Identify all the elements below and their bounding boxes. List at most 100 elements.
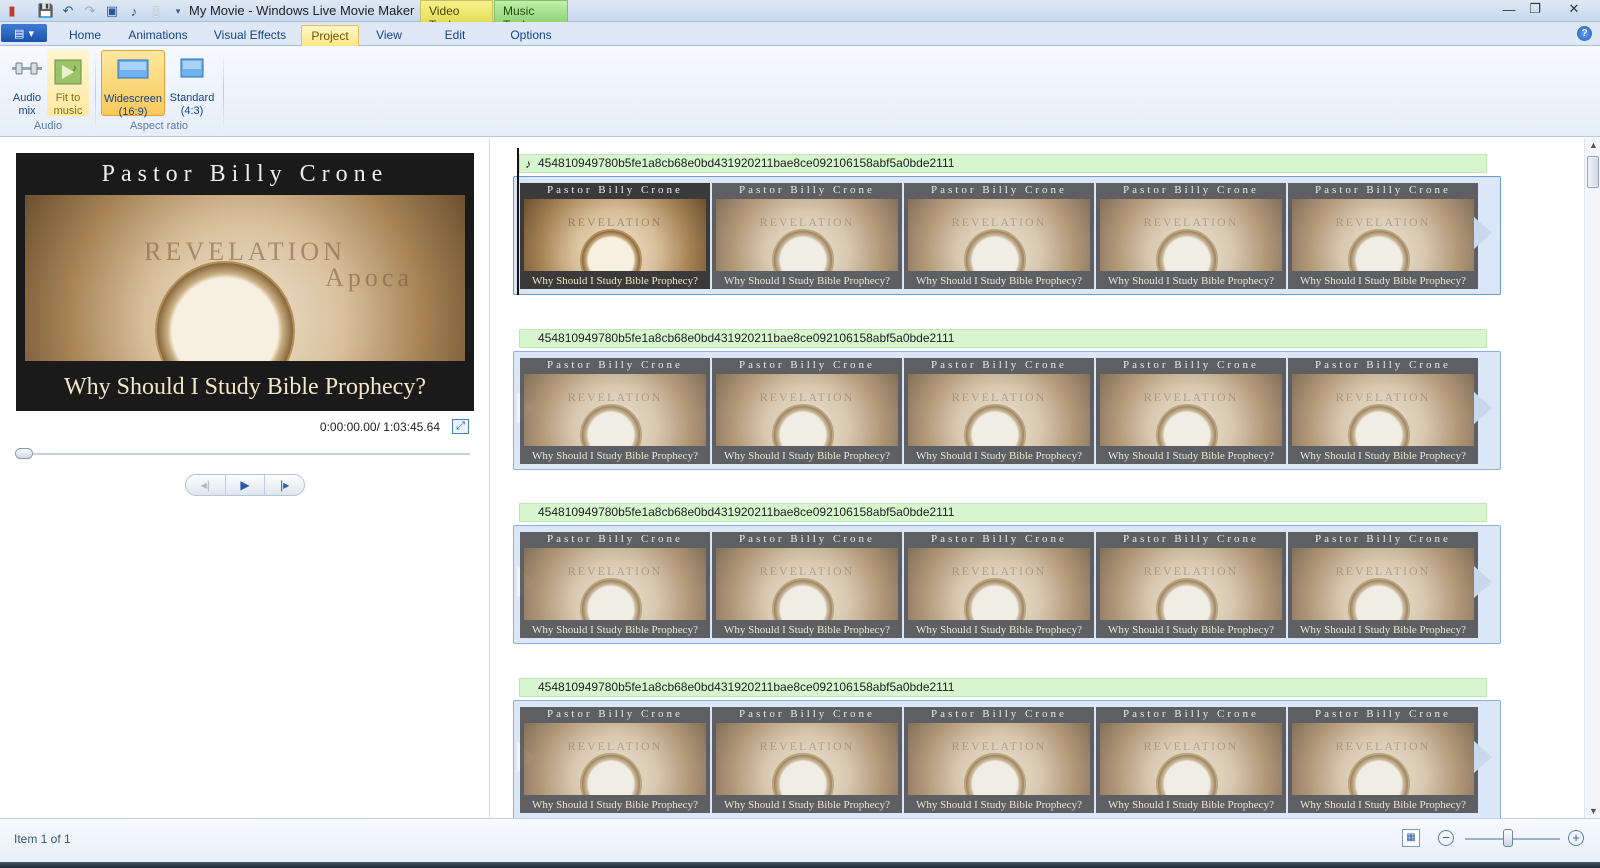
thumbnail-title: Pastor Billy Crone bbox=[1315, 708, 1451, 720]
play-button[interactable]: ▶ bbox=[226, 475, 266, 495]
poster-subtitle: Why Should I Study Bible Prophecy? bbox=[64, 374, 426, 400]
thumbnail-title: Pastor Billy Crone bbox=[547, 184, 683, 196]
clip-thumbnail[interactable]: Pastor Billy Crone REVELATION Why Should I… bbox=[1288, 707, 1478, 813]
clip-thumbnail[interactable]: Pastor Billy Crone REVELATION Why Should I… bbox=[1288, 358, 1478, 464]
poster-title: Pastor Billy Crone bbox=[101, 161, 389, 187]
tab-edit[interactable]: Edit bbox=[430, 25, 480, 46]
chevron-down-icon: ▾ bbox=[28, 27, 34, 40]
tab-visual-effects[interactable]: Visual Effects bbox=[204, 25, 296, 46]
clip-thumbnail[interactable]: Pastor Billy Crone REVELATION Why Should I… bbox=[520, 358, 710, 464]
fit-to-music-button[interactable]: ♪ Fit to music bbox=[47, 50, 89, 117]
clip-thumbnail[interactable]: Pastor Billy Crone REVELATION Why Should I… bbox=[1288, 532, 1478, 638]
undo-icon[interactable]: ↶ bbox=[60, 3, 76, 19]
music-track-bar[interactable]: 454810949780b5fe1a8cb68e0bd431920211bae8… bbox=[519, 503, 1487, 522]
tab-animations[interactable]: Animations bbox=[118, 25, 198, 46]
restore-button[interactable]: ❐ bbox=[1522, 0, 1548, 18]
music-track-bar[interactable]: 454810949780b5fe1a8cb68e0bd431920211bae8… bbox=[519, 329, 1487, 348]
fullscreen-icon[interactable]: ⤢ bbox=[452, 419, 469, 434]
next-frame-button[interactable]: |▸ bbox=[265, 475, 304, 495]
video-clip-strip[interactable]: Pastor Billy Crone REVELATION Why Should I… bbox=[513, 176, 1501, 295]
clip-thumbnail[interactable]: Pastor Billy Crone REVELATION Why Should I… bbox=[904, 358, 1094, 464]
thumbnail-subtitle: Why Should I Study Bible Prophecy? bbox=[532, 275, 698, 287]
scroll-thumb[interactable] bbox=[1587, 156, 1599, 188]
tab-project[interactable]: Project bbox=[301, 25, 359, 46]
standard-button[interactable]: Standard (4:3) bbox=[166, 50, 218, 117]
thumbnail-image: REVELATION bbox=[715, 723, 899, 795]
thumbnail-frames: Pastor Billy Crone REVELATION Why Should I… bbox=[520, 358, 1478, 464]
redo-icon[interactable]: ↷ bbox=[82, 3, 98, 19]
scroll-up-icon[interactable]: ▲ bbox=[1589, 140, 1598, 150]
preview-pane: Pastor Billy Crone REVELATION Apoca Why … bbox=[0, 138, 490, 818]
clip-thumbnail[interactable]: Pastor Billy Crone REVELATION Why Should I… bbox=[520, 183, 710, 289]
video-clip-strip[interactable]: Pastor Billy Crone REVELATION Why Should I… bbox=[513, 700, 1501, 818]
customize-icon[interactable]: ▾ bbox=[170, 3, 186, 19]
seek-bar[interactable] bbox=[16, 453, 470, 455]
music-track-bar[interactable]: ♪ 454810949780b5fe1a8cb68e0bd431920211bae… bbox=[519, 154, 1487, 173]
widescreen-button[interactable]: Widescreen (16:9) bbox=[101, 50, 165, 118]
seek-handle[interactable] bbox=[15, 448, 33, 459]
thumbnail-word: REVELATION bbox=[567, 564, 663, 578]
thumbnail-word: REVELATION bbox=[567, 215, 663, 229]
widescreen-label: Widescreen (16:9) bbox=[103, 93, 163, 118]
save-icon[interactable]: 💾 bbox=[38, 3, 54, 19]
clip-thumbnail[interactable]: Pastor Billy Crone REVELATION Why Should I… bbox=[1288, 183, 1478, 289]
thumbnail-word: REVELATION bbox=[759, 390, 855, 404]
zoom-slider-handle[interactable] bbox=[1503, 829, 1514, 847]
thumbnail-image: REVELATION bbox=[1291, 548, 1475, 620]
thumbnail-subtitle: Why Should I Study Bible Prophecy? bbox=[916, 275, 1082, 287]
clip-thumbnail[interactable]: Pastor Billy Crone REVELATION Why Should I… bbox=[904, 532, 1094, 638]
thumbnail-subtitle: Why Should I Study Bible Prophecy? bbox=[1300, 275, 1466, 287]
clip-thumbnail[interactable]: Pastor Billy Crone REVELATION Why Should I… bbox=[1096, 707, 1286, 813]
help-icon[interactable]: ? bbox=[1577, 26, 1592, 41]
add-video-icon[interactable]: ▣ bbox=[104, 3, 120, 19]
continuation-arrow-right-icon bbox=[1474, 217, 1492, 249]
clip-thumbnail[interactable]: Pastor Billy Crone REVELATION Why Should I… bbox=[712, 532, 902, 638]
status-text: Item 1 of 1 bbox=[14, 832, 71, 846]
tab-options[interactable]: Options bbox=[498, 25, 564, 46]
zoom-out-icon[interactable]: − bbox=[1438, 830, 1454, 846]
clip-thumbnail[interactable]: Pastor Billy Crone REVELATION Why Should I… bbox=[712, 707, 902, 813]
thumbnail-subtitle: Why Should I Study Bible Prophecy? bbox=[724, 275, 890, 287]
group-separator bbox=[223, 52, 224, 132]
tab-view[interactable]: View bbox=[364, 25, 414, 46]
zoom-in-icon[interactable]: + bbox=[1568, 830, 1584, 846]
scroll-down-icon[interactable]: ▼ bbox=[1589, 806, 1598, 816]
close-button[interactable]: ✕ bbox=[1560, 0, 1588, 18]
previous-frame-button[interactable]: ◂| bbox=[186, 475, 226, 495]
thumbnail-word: REVELATION bbox=[951, 739, 1047, 753]
music-tools-context-tab: Music Tools bbox=[494, 0, 568, 32]
clip-thumbnail[interactable]: Pastor Billy Crone REVELATION Why Should I… bbox=[1096, 358, 1286, 464]
fit-to-music-label: Fit to music bbox=[53, 92, 83, 117]
thumbnail-clock bbox=[1347, 404, 1410, 446]
taskbar bbox=[0, 862, 1600, 868]
continuation-arrow-right-icon bbox=[1474, 566, 1492, 598]
vertical-scrollbar[interactable]: ▲ ▼ bbox=[1584, 138, 1600, 818]
clip-thumbnail[interactable]: Pastor Billy Crone REVELATION Why Should I… bbox=[904, 707, 1094, 813]
video-clip-strip[interactable]: Pastor Billy Crone REVELATION Why Should I… bbox=[513, 351, 1501, 470]
clip-thumbnail[interactable]: Pastor Billy Crone REVELATION Why Should I… bbox=[1096, 532, 1286, 638]
clip-thumbnail[interactable]: Pastor Billy Crone REVELATION Why Should I… bbox=[904, 183, 1094, 289]
clip-thumbnail[interactable]: Pastor Billy Crone REVELATION Why Should I… bbox=[712, 358, 902, 464]
music-track-bar[interactable]: 454810949780b5fe1a8cb68e0bd431920211bae8… bbox=[519, 678, 1487, 697]
new-project-icon[interactable]: ▯ bbox=[148, 3, 164, 19]
tab-home[interactable]: Home bbox=[56, 25, 114, 46]
clip-thumbnail[interactable]: Pastor Billy Crone REVELATION Why Should I… bbox=[712, 183, 902, 289]
quick-access-toolbar: ▮ 💾 ↶ ↷ ▣ ♪ ▯ ▾ bbox=[4, 3, 186, 19]
playhead-cursor[interactable] bbox=[517, 148, 519, 295]
clip-thumbnail[interactable]: Pastor Billy Crone REVELATION Why Should I… bbox=[1096, 183, 1286, 289]
video-preview[interactable]: Pastor Billy Crone REVELATION Apoca Why … bbox=[16, 153, 474, 411]
application-menu-button[interactable]: ▤ ▾ bbox=[1, 24, 47, 42]
thumbnail-word: REVELATION bbox=[951, 215, 1047, 229]
clip-thumbnail[interactable]: Pastor Billy Crone REVELATION Why Should I… bbox=[520, 532, 710, 638]
video-clip-strip[interactable]: Pastor Billy Crone REVELATION Why Should I… bbox=[513, 525, 1501, 644]
playback-controls: ◂| ▶ |▸ bbox=[185, 474, 305, 496]
poster-word-2: Apoca bbox=[325, 263, 414, 292]
thumbnail-title: Pastor Billy Crone bbox=[1123, 359, 1259, 371]
add-music-icon[interactable]: ♪ bbox=[126, 3, 142, 19]
storyboard-view-icon[interactable]: ▦ bbox=[1402, 829, 1420, 847]
clip-thumbnail[interactable]: Pastor Billy Crone REVELATION Why Should I… bbox=[520, 707, 710, 813]
minimize-button[interactable]: — bbox=[1496, 0, 1522, 18]
thumbnail-title: Pastor Billy Crone bbox=[547, 708, 683, 720]
app-icon[interactable]: ▮ bbox=[4, 3, 20, 19]
audio-mix-button[interactable]: Audio mix bbox=[6, 50, 48, 117]
